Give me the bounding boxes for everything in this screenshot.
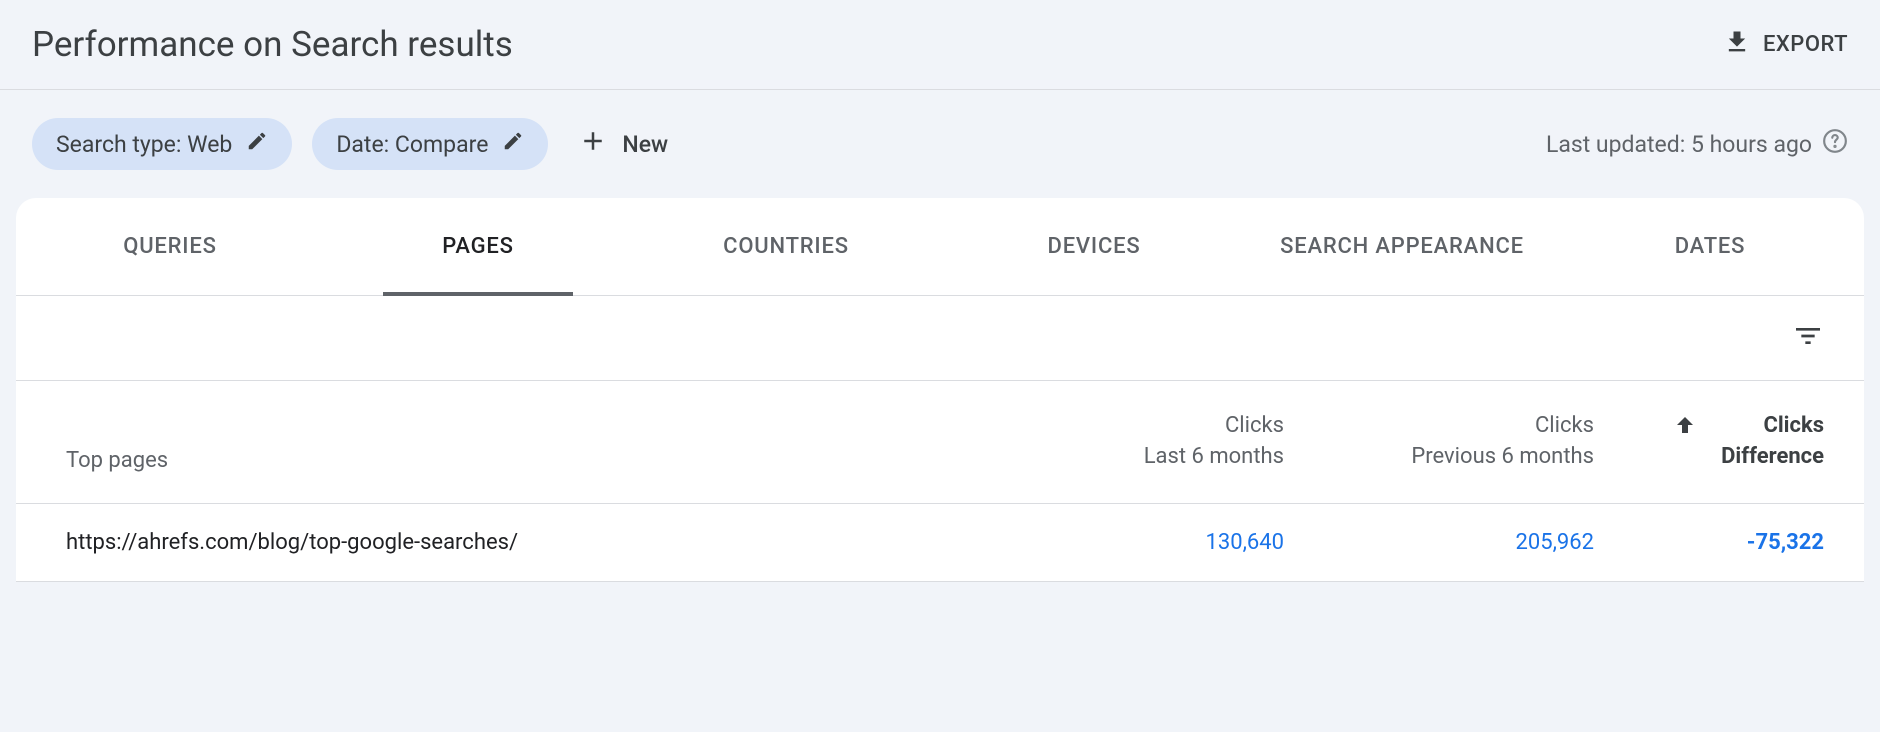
column-clicks-current-line2: Last 6 months [974,442,1284,473]
column-top-pages[interactable]: Top pages [66,448,974,473]
page-header: Performance on Search results EXPORT [0,0,1880,89]
filter-list-icon [1792,337,1824,356]
page-title: Performance on Search results [32,24,513,65]
arrow-up-icon [1673,411,1697,443]
search-type-label: Search type: Web [56,131,232,158]
tab-pages[interactable]: PAGES [324,198,632,295]
last-updated: Last updated: 5 hours ago [1546,128,1848,160]
row-clicks-current: 130,640 [974,530,1284,555]
tab-queries[interactable]: QUERIES [16,198,324,295]
column-clicks-previous-line1: Clicks [1284,411,1594,442]
row-page-url: https://ahrefs.com/blog/top-google-searc… [66,530,974,555]
content-card: QUERIES PAGES COUNTRIES DEVICES SEARCH A… [16,198,1864,582]
column-diff-line1: Clicks [1721,411,1824,442]
last-updated-text: Last updated: 5 hours ago [1546,131,1812,158]
new-label: New [622,131,668,158]
export-button[interactable]: EXPORT [1723,28,1848,62]
pencil-icon [246,130,268,158]
table-header: Top pages Clicks Last 6 months Clicks Pr… [16,381,1864,504]
date-chip[interactable]: Date: Compare [312,118,548,170]
date-label: Date: Compare [336,131,488,158]
column-diff-line2: Difference [1721,442,1824,473]
download-icon [1723,28,1751,62]
filters-left: Search type: Web Date: Compare New [32,118,668,170]
row-clicks-previous: 205,962 [1284,530,1594,555]
tab-dates[interactable]: DATES [1556,198,1864,295]
column-clicks-current-line1: Clicks [974,411,1284,442]
column-clicks-previous-line2: Previous 6 months [1284,442,1594,473]
row-clicks-difference: -75,322 [1594,530,1824,555]
filter-button[interactable] [1792,320,1824,356]
tab-devices[interactable]: DEVICES [940,198,1248,295]
column-clicks-difference[interactable]: Clicks Difference [1594,411,1824,473]
pencil-icon [502,130,524,158]
table-row[interactable]: https://ahrefs.com/blog/top-google-searc… [16,504,1864,582]
column-clicks-current[interactable]: Clicks Last 6 months [974,411,1284,473]
tab-countries[interactable]: COUNTRIES [632,198,940,295]
tab-search-appearance[interactable]: SEARCH APPEARANCE [1248,198,1556,295]
search-type-chip[interactable]: Search type: Web [32,118,292,170]
column-clicks-previous[interactable]: Clicks Previous 6 months [1284,411,1594,473]
table-toolbar [16,296,1864,381]
new-filter-button[interactable]: New [568,126,668,162]
help-icon[interactable] [1822,128,1848,160]
plus-icon [578,126,608,162]
filters-row: Search type: Web Date: Compare New Last … [0,90,1880,198]
tabs: QUERIES PAGES COUNTRIES DEVICES SEARCH A… [16,198,1864,296]
export-label: EXPORT [1763,32,1848,57]
